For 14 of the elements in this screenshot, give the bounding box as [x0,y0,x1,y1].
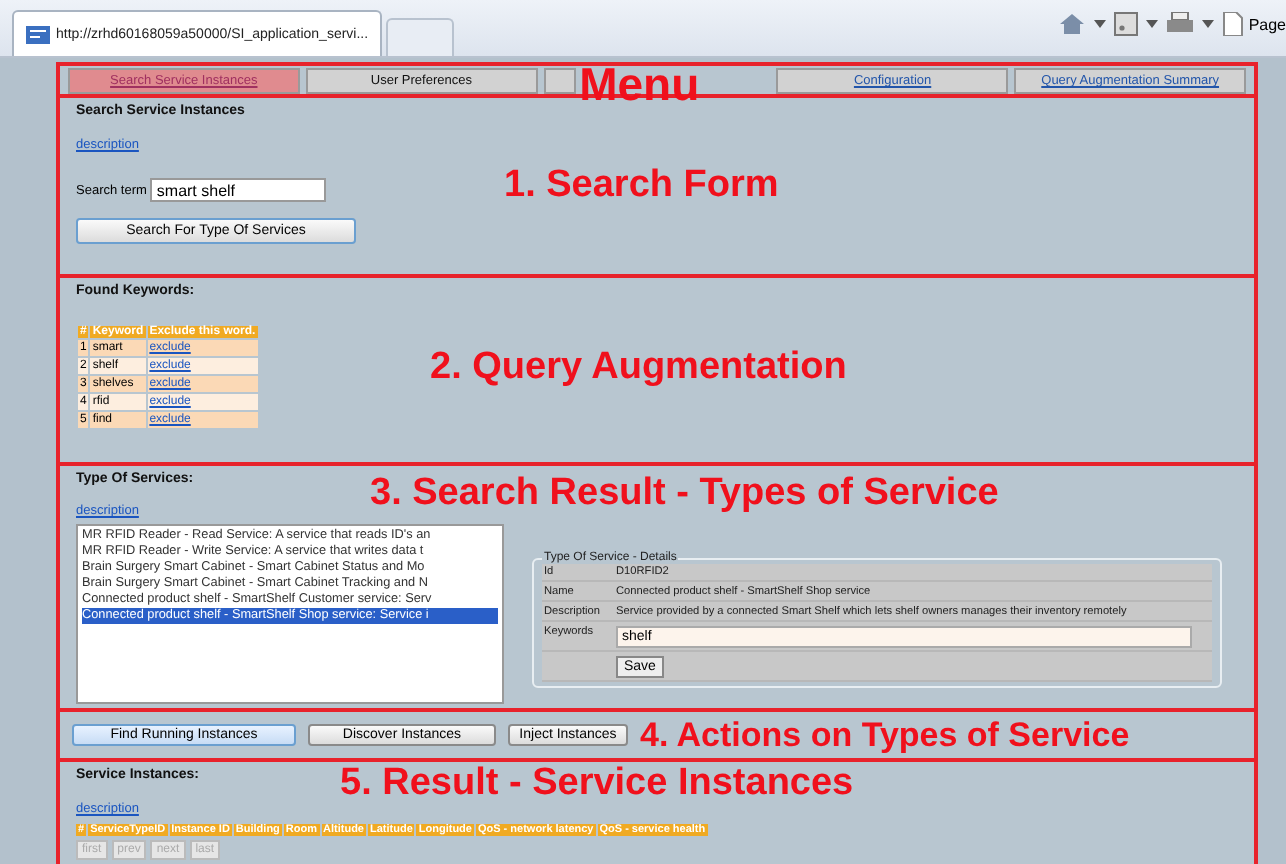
page-icon [26,25,50,43]
dropdown-icon[interactable] [1146,20,1159,28]
annotation-label: 5. Result - Service Instances [340,762,854,806]
printer-icon[interactable] [1166,12,1195,36]
page-icon [1222,12,1245,36]
annotation-label: 3. Search Result - Types of Service [370,472,999,516]
annotation-label: 1. Search Form [504,164,779,208]
annotation-label: 4. Actions on Types of Service [640,717,1130,753]
page-menu-button[interactable]: Page [1222,12,1286,36]
home-icon[interactable] [1058,12,1087,36]
annotation-label: 2. Query Augmentation [430,346,847,390]
dropdown-icon[interactable] [1094,20,1107,28]
search-field[interactable]: smart shelf [150,178,327,202]
dropdown-icon[interactable] [1202,20,1215,28]
